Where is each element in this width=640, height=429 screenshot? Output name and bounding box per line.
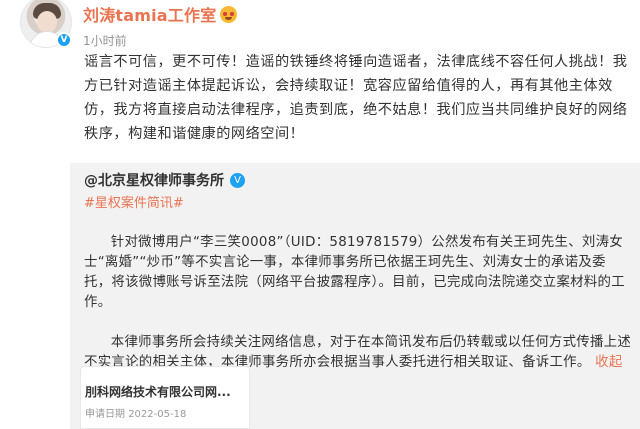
repost-header: @北京星权律师事务所 V xyxy=(84,169,245,191)
card-date-label: 申请日期 xyxy=(85,409,125,420)
emoji-icon xyxy=(220,5,238,23)
card-date: 2022-05-18 xyxy=(128,409,187,420)
verified-icon: V xyxy=(230,172,245,188)
repost-paragraph-2-text: 本律师事务所会持续关注网络信息，对于在本简讯发布后仍转载或以任何方式传播上述不实… xyxy=(84,335,632,370)
repost-card[interactable]: @北京星权律师事务所 V #星权案件简讯# 针对微博用户“李三笑0008”（UI… xyxy=(70,163,640,429)
verified-badge-icon: V xyxy=(56,32,72,48)
repost-body: 针对微博用户“李三笑0008”（UID：5819781579）公然发布有关王珂先… xyxy=(84,233,632,373)
collapse-link[interactable]: 收起 xyxy=(595,355,622,370)
card-title: 刖科网络技术有限公司网... xyxy=(85,385,231,399)
card-subtitle: 申请日期 2022-05-18 xyxy=(85,405,186,420)
author-name[interactable]: 刘涛tamia工作室 xyxy=(83,2,216,26)
repost-paragraph-1: 针对微博用户“李三笑0008”（UID：5819781579）公然发布有关王珂先… xyxy=(84,235,625,310)
weibo-post: V 刘涛tamia工作室 1小时前 谣言不可信，更不可传！造谣的铁锤终将锤向造谣… xyxy=(0,0,640,429)
hashtag-link[interactable]: #星权案件简讯# xyxy=(84,192,184,211)
document-link-card[interactable]: 刖科网络技术有限公司网... 申请日期 2022-05-18 xyxy=(80,366,250,429)
avatar-face xyxy=(37,11,57,33)
post-timestamp[interactable]: 1小时前 xyxy=(83,32,127,49)
repost-author[interactable]: @北京星权律师事务所 xyxy=(84,170,224,190)
author-row: 刘涛tamia工作室 xyxy=(83,2,238,26)
post-text: 谣言不可信，更不可传！造谣的铁锤终将锤向造谣者，法律底线不容任何人挑战！我方已针… xyxy=(84,54,628,142)
